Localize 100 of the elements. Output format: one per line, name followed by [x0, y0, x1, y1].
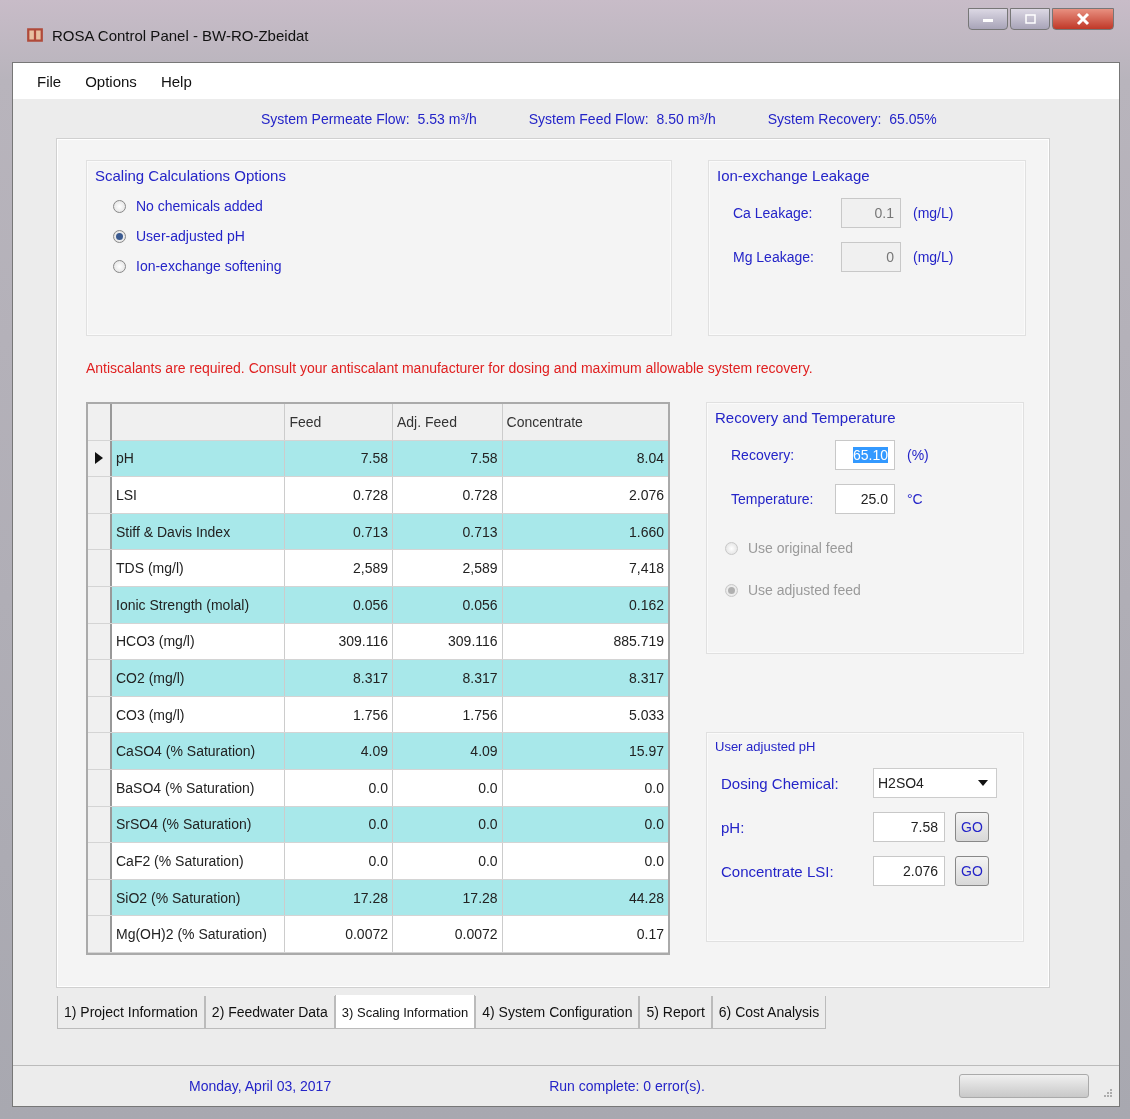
go-button[interactable]: GO [955, 812, 989, 842]
table-cell: 7.58 [285, 440, 393, 477]
table-cell: 0.162 [502, 586, 668, 623]
field-label: Temperature: [731, 491, 815, 507]
table-cell-text: 885.719 [612, 632, 665, 652]
resize-grip-icon [1103, 1088, 1113, 1098]
table-cell: 4.09 [393, 733, 503, 769]
table-cell: CO2 (mg/l) [112, 660, 286, 696]
summary-value: 8.50 m³/h [656, 111, 716, 127]
table-cell-text: 0.0 [643, 778, 665, 798]
table-cell: 309.116 [285, 623, 393, 660]
column-header: Adj. Feed [393, 404, 503, 440]
table-cell: 8.04 [502, 440, 668, 477]
table-cell: HCO3 (mg/l) [112, 623, 286, 660]
table-cell-text: 5.033 [627, 705, 665, 725]
table-cell: Mg(OH)2 (% Saturation) [112, 916, 286, 952]
table-cell: Ionic Strength (molal) [112, 586, 286, 623]
input-field[interactable]: 25.0 [835, 484, 895, 514]
tab[interactable]: 3) Scaling Information [334, 995, 476, 1029]
table-cell: CO3 (mg/l) [112, 696, 286, 733]
table-cell: 17.28 [285, 879, 393, 916]
window-title: ROSA Control Panel - BW-RO-Zbeidat [52, 26, 309, 44]
field-label: Ca Leakage: [733, 205, 814, 221]
radio-label[interactable]: User-adjusted pH [136, 228, 245, 244]
table-cell: 0.0072 [393, 916, 503, 952]
status-message: Run complete: 0 error(s). [549, 1078, 705, 1094]
table-cell: SrSO4 (% Saturation) [112, 806, 286, 843]
table-cell: pH [112, 440, 286, 477]
table-cell: 2,589 [393, 550, 503, 586]
unit-label: (mg/L) [913, 205, 954, 221]
minimize-button[interactable] [968, 8, 1008, 30]
table-cell: 8.317 [285, 660, 393, 696]
table-cell: 0.0 [285, 843, 393, 879]
table-cell: 2,589 [285, 550, 393, 586]
table-cell: LSI [112, 477, 286, 513]
summary-value: 5.53 m³/h [417, 111, 477, 127]
field-label: Concentrate LSI: [721, 862, 835, 880]
status-date: Monday, April 03, 2017 [189, 1078, 332, 1094]
tab[interactable]: 6) Cost Analysis [711, 996, 827, 1029]
table-cell: 0.056 [393, 586, 503, 623]
table-cell: CaF2 (% Saturation) [112, 843, 286, 879]
maximize-button[interactable] [1010, 8, 1050, 30]
input-field[interactable]: 7.58 [873, 812, 945, 842]
table-cell: 0.0 [393, 843, 503, 879]
summary-label: System Feed Flow: [528, 111, 649, 127]
table-cell: 0.713 [285, 513, 393, 550]
unit-label: (mg/L) [913, 249, 954, 265]
dosing-dropdown[interactable]: H2SO4 [873, 768, 997, 798]
menu-item[interactable]: Help [160, 72, 192, 90]
tab[interactable]: 1) Project Information [57, 996, 205, 1029]
table-cell: 0.728 [285, 477, 393, 513]
table-cell: 0.0072 [285, 916, 393, 952]
tab[interactable]: 5) Report [639, 996, 712, 1029]
table-cell-text: 2.076 [627, 486, 665, 505]
radio-button[interactable] [113, 229, 126, 243]
table-cell: 0.0 [393, 806, 503, 843]
radio-button[interactable] [113, 259, 126, 273]
table-cell: 15.97 [502, 733, 668, 769]
field-label: Mg Leakage: [733, 249, 815, 265]
table-cell: 0.056 [285, 586, 393, 623]
table-cell: 8.317 [393, 660, 503, 696]
tab[interactable]: 4) System Configuration [475, 996, 640, 1029]
table-cell: 0.0 [285, 769, 393, 806]
summary-value: 65.05% [889, 111, 937, 127]
table-cell: Stiff & Davis Index [112, 513, 286, 550]
group-title: Scaling Calculations Options [95, 167, 286, 184]
table-cell-text: 0.0 [643, 851, 665, 871]
table-cell: 8.317 [502, 660, 668, 696]
table-cell: SiO2 (% Saturation) [112, 879, 286, 916]
menu-item[interactable]: Options [85, 72, 137, 90]
group-title: User adjusted pH [715, 739, 816, 754]
table-cell: 309.116 [393, 623, 503, 660]
table-cell: 44.28 [502, 879, 668, 916]
menu-item[interactable]: File [37, 72, 62, 90]
table-cell: 0.0 [502, 806, 668, 843]
table-cell: TDS (mg/l) [112, 550, 286, 586]
table-cell: 1.756 [285, 696, 393, 733]
summary-label: System Permeate Flow: [261, 111, 410, 127]
go-button[interactable]: GO [955, 856, 989, 886]
table-cell: 7.58 [393, 440, 503, 477]
radio-button[interactable] [113, 199, 126, 213]
table-cell: 1.660 [502, 513, 668, 550]
app-icon [26, 26, 44, 44]
radio-label[interactable]: No chemicals added [136, 198, 263, 214]
table-cell: 17.28 [393, 879, 503, 916]
input-field[interactable]: 2.076 [873, 856, 945, 886]
tab[interactable]: 2) Feedwater Data [204, 996, 335, 1029]
close-button[interactable] [1052, 8, 1114, 30]
field-label: Recovery: [731, 447, 796, 463]
table-cell: 1.756 [393, 696, 503, 733]
table-cell: 0.0 [285, 806, 393, 843]
unit-label: (%) [907, 447, 929, 463]
table-cell-text: 0.17 [635, 925, 665, 945]
radio-label[interactable]: Ion-exchange softening [136, 258, 282, 274]
dropdown-arrow-icon [978, 780, 988, 786]
table-cell: CaSO4 (% Saturation) [112, 733, 286, 769]
table-cell-text: 7,418 [627, 559, 665, 579]
table-cell: BaSO4 (% Saturation) [112, 769, 286, 806]
field-label: pH: [721, 818, 746, 836]
summary-label: System Recovery: [767, 111, 882, 127]
